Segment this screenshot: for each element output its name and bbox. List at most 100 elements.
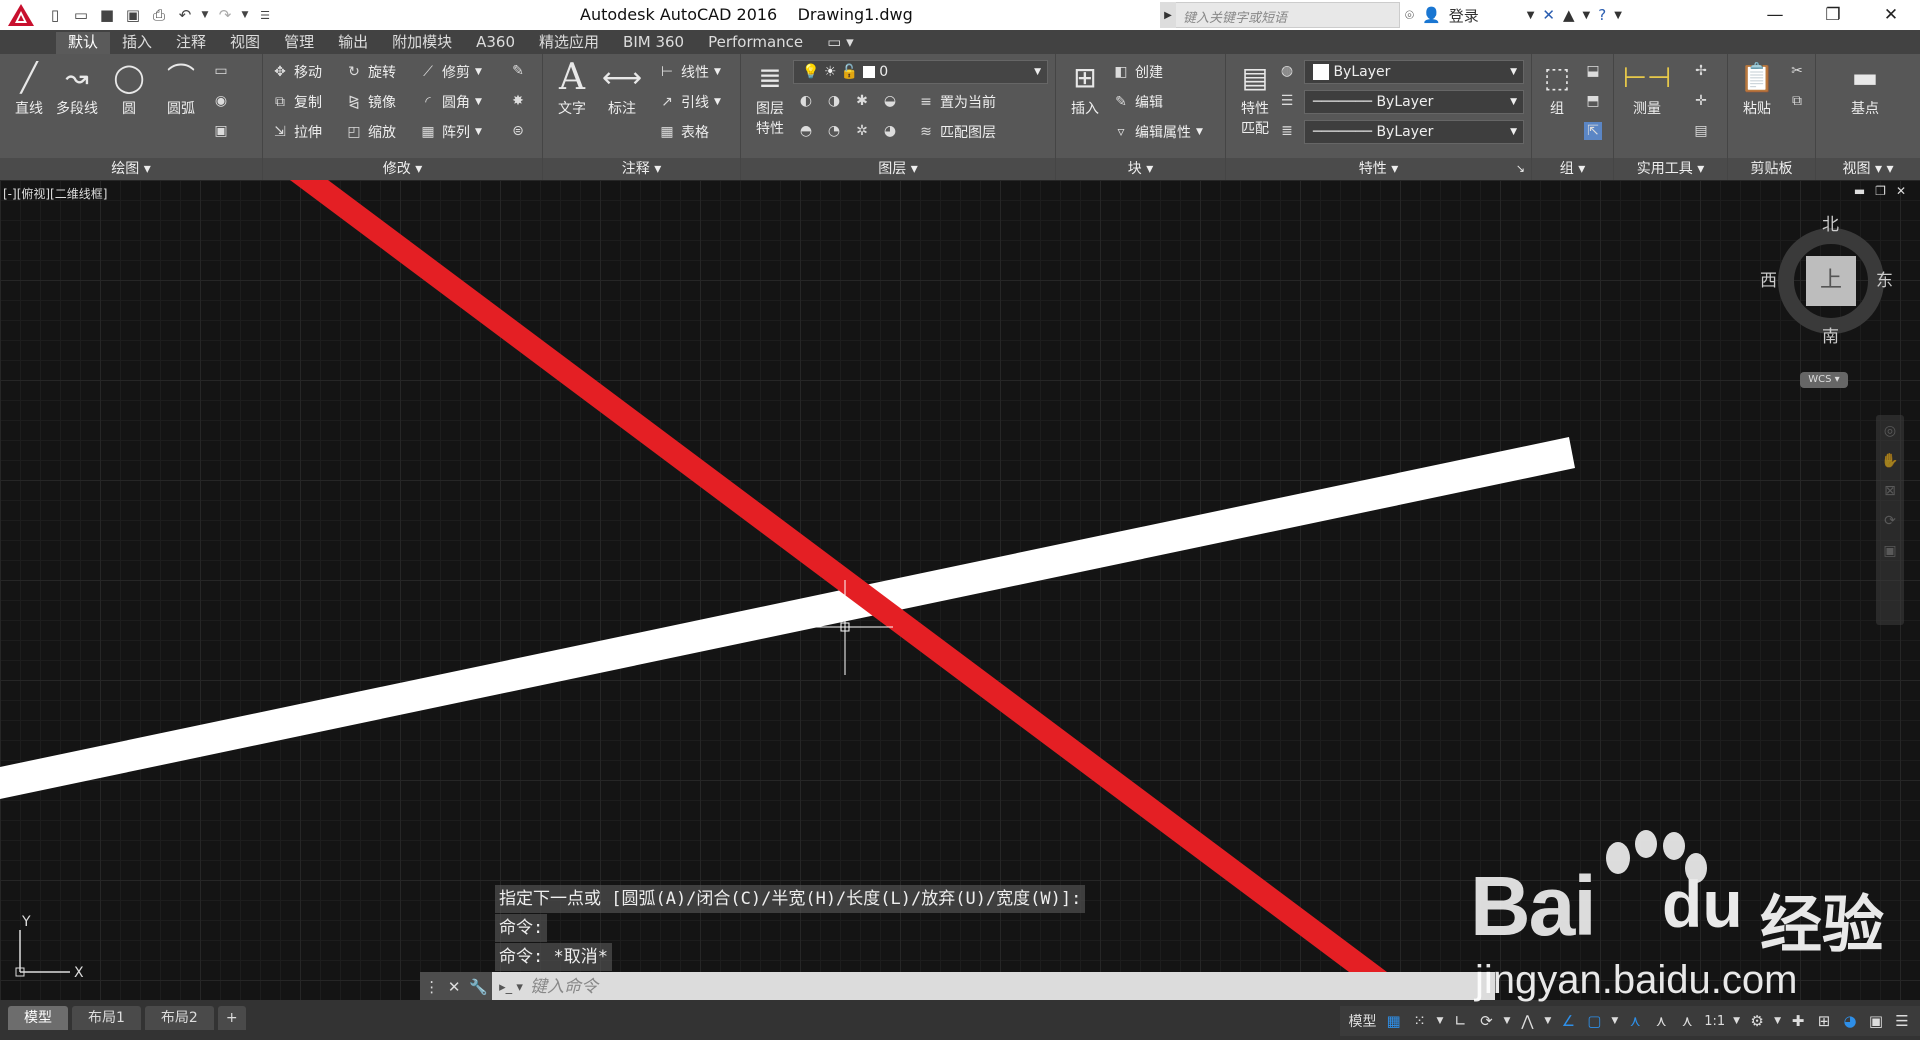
edit-attributes-dropdown-icon[interactable]: ▼ — [1196, 127, 1203, 137]
match-layer-button[interactable]: ≋ 匹配图层 — [917, 122, 996, 142]
annotation-monitor-icon[interactable]: ✚ — [1786, 1008, 1810, 1034]
calculator-button[interactable]: ▤ — [1692, 122, 1710, 140]
ribbon-toggle-icon[interactable]: ▭ ▾ — [815, 32, 865, 54]
undo-dropdown-icon[interactable]: ▼ — [198, 2, 212, 28]
minimize-button[interactable]: — — [1746, 0, 1804, 30]
open-icon[interactable]: ▭ — [68, 2, 94, 28]
hardware-acceleration-icon[interactable]: ◕ — [1838, 1008, 1862, 1034]
layer-unlock-icon[interactable]: ◕ — [881, 122, 899, 140]
fillet-button[interactable]: ◜ 圆角 ▼ — [419, 92, 482, 112]
arc-button[interactable]: ⌒ 圆弧 — [152, 58, 210, 118]
insert-button[interactable]: ⊞ 插入 — [1056, 58, 1114, 118]
compass-east[interactable]: 东 — [1876, 266, 1893, 291]
annotation-panel-title[interactable]: 注释 ▾ — [543, 158, 740, 180]
isodraft-dropdown-icon[interactable]: ▼ — [1541, 1008, 1554, 1034]
annotation-visibility-icon[interactable]: ⋏ — [1623, 1008, 1647, 1034]
modify-panel-title[interactable]: 修改 ▾ — [263, 158, 542, 180]
polar-dropdown-icon[interactable]: ▼ — [1500, 1008, 1513, 1034]
annotation-scale-icon[interactable]: ⋏ — [1675, 1008, 1699, 1034]
a360-icon[interactable]: ▲ — [1563, 6, 1575, 24]
clipboard-panel-title[interactable]: 剪贴板 — [1728, 158, 1815, 180]
group-select-button[interactable]: ⇱ — [1584, 122, 1602, 140]
customize-qat-icon[interactable]: ☰ — [252, 2, 278, 28]
undo-icon[interactable]: ↶ — [172, 2, 198, 28]
fillet-dropdown-icon[interactable]: ▼ — [475, 97, 482, 107]
tab-model[interactable]: 模型 — [8, 1006, 68, 1030]
red-polyline[interactable] — [290, 180, 1395, 978]
white-polyline[interactable] — [0, 437, 1575, 799]
match-properties-button[interactable]: ▤ 特性 匹配 — [1226, 58, 1284, 138]
object-snap-icon[interactable]: ▢ — [1582, 1008, 1606, 1034]
rotate-button[interactable]: ↻ 旋转 — [345, 62, 396, 82]
measure-button[interactable]: ⊢⊣ 测量 — [1618, 58, 1676, 118]
tab-manage[interactable]: 管理 — [272, 32, 326, 54]
table-button[interactable]: ▦ 表格 — [658, 122, 709, 142]
copy-button[interactable]: ⧉ 复制 — [271, 92, 322, 112]
layer-off-icon[interactable]: ◐ — [797, 92, 815, 110]
utilities-panel-title[interactable]: 实用工具 ▾ — [1614, 158, 1727, 180]
circle-button[interactable]: ◯ 圆 — [100, 58, 158, 118]
recent-commands-icon[interactable]: ▸_ ▾ — [492, 972, 530, 1002]
print-icon[interactable]: ⎙ — [146, 2, 172, 28]
save-icon[interactable]: ■ — [94, 2, 120, 28]
exchange-icon[interactable]: ✕ — [1542, 6, 1555, 24]
edit-attributes-button[interactable]: ▿ 编辑属性 ▼ — [1112, 122, 1203, 142]
workspace-gear-icon[interactable]: ⚙ — [1745, 1008, 1769, 1034]
tab-bim360[interactable]: BIM 360 — [611, 32, 696, 54]
object-snap-dropdown-icon[interactable]: ▼ — [1608, 1008, 1621, 1034]
annotation-autoscale-icon[interactable]: ⋏ — [1649, 1008, 1673, 1034]
user-icon[interactable]: 👤 — [1422, 6, 1441, 24]
command-close-icon[interactable]: ✕ — [448, 978, 461, 996]
isodraft-icon[interactable]: ⋀ — [1515, 1008, 1539, 1034]
groups-panel-title[interactable]: 组 ▾ — [1532, 158, 1613, 180]
compass-west[interactable]: 西 — [1760, 266, 1777, 291]
array-button[interactable]: ▦ 阵列 ▼ — [419, 122, 482, 142]
orbit-icon[interactable]: ⟳ — [1884, 513, 1896, 529]
layers-panel-title[interactable]: 图层 ▾ — [741, 158, 1055, 180]
search-expand-icon[interactable]: ▶ — [1160, 2, 1176, 28]
create-block-button[interactable]: ◧ 创建 — [1112, 62, 1163, 82]
explode-button[interactable]: ✸ — [509, 92, 527, 110]
wcs-menu[interactable]: WCS ▾ — [1800, 372, 1848, 388]
scale-dropdown-icon[interactable]: ▼ — [1730, 1008, 1743, 1034]
tab-layout2[interactable]: 布局2 — [144, 1006, 214, 1030]
trim-button[interactable]: ⟋ 修剪 ▼ — [419, 62, 482, 82]
make-current-button[interactable]: ≡ 置为当前 — [917, 92, 996, 112]
tab-home[interactable]: 默认 — [56, 32, 111, 54]
array-dropdown-icon[interactable]: ▼ — [475, 127, 482, 137]
cut-button[interactable]: ✂ — [1788, 62, 1806, 80]
compass-north[interactable]: 北 — [1822, 210, 1839, 235]
tab-annotate[interactable]: 注释 — [164, 32, 218, 54]
gradient-button[interactable]: ▣ — [212, 122, 230, 140]
properties-launcher-icon[interactable]: ↘ — [1516, 158, 1525, 180]
group-edit-button[interactable]: ⬒ — [1584, 92, 1602, 110]
scale-button[interactable]: ◰ 缩放 — [345, 122, 396, 142]
layer-lock-icon[interactable]: ◒ — [881, 92, 899, 110]
offset-button[interactable]: ⊜ — [509, 122, 527, 140]
customization-icon[interactable]: ☰ — [1890, 1008, 1914, 1034]
trim-dropdown-icon[interactable]: ▼ — [475, 67, 482, 77]
layer-thaw-icon[interactable]: ✲ — [853, 122, 871, 140]
clean-screen-icon[interactable]: ▣ — [1864, 1008, 1888, 1034]
tab-featured-apps[interactable]: 精选应用 — [527, 32, 611, 54]
pan-icon[interactable]: ✋ — [1881, 453, 1898, 469]
color-dropdown[interactable]: ByLayer ▼ — [1304, 60, 1524, 84]
tab-a360[interactable]: A360 — [464, 32, 527, 54]
grip-handle-icon[interactable]: ⋮ — [424, 978, 439, 996]
point-button[interactable]: ✛ — [1692, 92, 1710, 110]
help-dropdown-icon[interactable]: ▼ — [1614, 10, 1622, 21]
annotation-scale-value[interactable]: 1:1 — [1701, 1008, 1728, 1034]
workspace-dropdown-icon[interactable]: ▼ — [1771, 1008, 1784, 1034]
layer-dropdown[interactable]: 💡 ☀ 🔓 0 ▼ — [793, 60, 1048, 84]
erase-button[interactable]: ✎ — [509, 62, 527, 80]
tab-view[interactable]: 视图 — [218, 32, 272, 54]
help-icon[interactable]: ? — [1598, 6, 1606, 24]
a360-dropdown-icon[interactable]: ▼ — [1583, 10, 1591, 21]
object-snap-tracking-icon[interactable]: ∠ — [1556, 1008, 1580, 1034]
binoculars-icon[interactable]: ⌾ — [1405, 6, 1414, 24]
grid-icon[interactable]: ▦ — [1382, 1008, 1406, 1034]
layer-freeze-icon[interactable]: ✱ — [853, 92, 871, 110]
block-panel-title[interactable]: 块 ▾ — [1056, 158, 1225, 180]
viewcube-top-face[interactable]: 上 — [1806, 256, 1856, 306]
app-menu-button[interactable] — [0, 0, 42, 30]
